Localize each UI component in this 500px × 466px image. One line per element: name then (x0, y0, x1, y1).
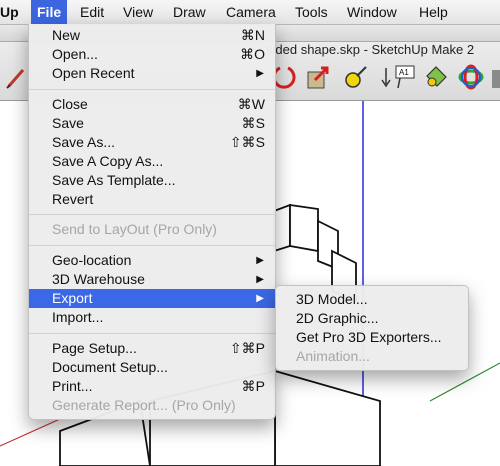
menu-item-revert[interactable]: Revert (29, 190, 275, 209)
menu-item-import[interactable]: Import... (29, 308, 275, 327)
menu-item-label: Save As... (52, 134, 116, 150)
menu-item-label: Document Setup... (52, 359, 168, 375)
menu-item-save[interactable]: Save ⌘S (29, 114, 275, 133)
menu-item-save-copy-as[interactable]: Save A Copy As... (29, 152, 275, 171)
menu-file[interactable]: File (31, 0, 68, 24)
shortcut-label: ⇧⌘S (229, 134, 265, 150)
menu-item-geo-location[interactable]: Geo-location ▶ (29, 251, 275, 270)
push-pull-icon[interactable] (305, 64, 331, 90)
red-axis (0, 418, 61, 447)
menu-item-label: Export (52, 290, 93, 306)
submenu-item-2d-graphic[interactable]: 2D Graphic... (296, 309, 378, 328)
menu-item-page-setup[interactable]: Page Setup... ⇧⌘P (29, 339, 275, 358)
menu-edit[interactable]: Edit (80, 0, 104, 24)
menu-item-label: New (52, 27, 81, 43)
menu-item-generate-report: Generate Report... (Pro Only) (29, 396, 275, 415)
menu-item-open[interactable]: Open... ⌘O (29, 45, 275, 64)
shortcut-label: ⌘P (241, 378, 265, 394)
tape-measure-icon[interactable] (343, 64, 369, 90)
shortcut-label: ⌘O (240, 46, 265, 62)
menu-separator (29, 245, 275, 246)
menu-item-3d-warehouse[interactable]: 3D Warehouse ▶ (29, 270, 275, 289)
menu-item-label: 3D Warehouse (52, 271, 145, 287)
file-menu: New ⌘N Open... ⌘O Open Recent ▶ Close ⌘W… (28, 24, 276, 420)
submenu-item-animation: Animation... (296, 348, 370, 364)
window-title: sided shape.skp - SketchUp Make 2 (266, 42, 475, 57)
submenu-item-pro-exporters[interactable]: Get Pro 3D Exporters... (296, 328, 442, 347)
menu-item-save-as[interactable]: Save As... ⇧⌘S (29, 133, 275, 152)
menu-item-label: Open Recent (52, 65, 135, 81)
menu-help[interactable]: Help (419, 0, 448, 24)
menu-item-label: Revert (52, 191, 94, 207)
menu-separator (29, 214, 275, 215)
menu-item-export[interactable]: Export ▶ (29, 289, 275, 308)
submenu-item-3d-model[interactable]: 3D Model... (296, 290, 368, 309)
shortcut-label: ⌘S (241, 115, 265, 131)
menu-item-print[interactable]: Print... ⌘P (29, 377, 275, 396)
menu-item-close[interactable]: Close ⌘W (29, 95, 275, 114)
menu-separator (29, 333, 275, 334)
menu-item-label: Print... (52, 378, 93, 394)
menu-item-document-setup[interactable]: Document Setup... (29, 358, 275, 377)
submenu-arrow-icon: ▶ (256, 274, 264, 285)
menu-item-send-to-layout: Send to LayOut (Pro Only) (29, 220, 275, 239)
menu-item-label: Save (52, 115, 84, 131)
menu-item-label: Save A Copy As... (52, 153, 164, 169)
orbit-icon[interactable] (458, 64, 484, 90)
menu-item-label: Geo-location (52, 252, 132, 268)
text-label-icon[interactable]: A1 (394, 64, 420, 90)
menu-item-label: Close (52, 96, 88, 112)
export-submenu: 3D Model... 2D Graphic... Get Pro 3D Exp… (275, 285, 469, 371)
menu-window[interactable]: Window (347, 0, 397, 24)
menu-view[interactable]: View (123, 0, 153, 24)
shortcut-label: ⌘N (240, 27, 265, 43)
submenu-arrow-icon: ▶ (256, 68, 264, 79)
menu-separator (29, 89, 275, 90)
tool-partial-icon[interactable] (490, 68, 500, 90)
menu-item-label: Send to LayOut (Pro Only) (52, 221, 217, 237)
paint-bucket-icon[interactable] (423, 64, 449, 90)
pencil-icon[interactable] (3, 64, 29, 90)
menu-item-label: Page Setup... (52, 340, 137, 356)
submenu-arrow-icon: ▶ (256, 293, 264, 304)
menu-item-label: Import... (52, 309, 104, 325)
menu-item-new[interactable]: New ⌘N (29, 26, 275, 45)
menu-tools[interactable]: Tools (295, 0, 328, 24)
menu-camera[interactable]: Camera (226, 0, 276, 24)
menu-item-label: Save As Template... (52, 172, 176, 188)
text-label-text: A1 (399, 68, 409, 77)
menu-item-open-recent[interactable]: Open Recent ▶ (29, 64, 275, 83)
shortcut-label: ⇧⌘P (229, 340, 265, 356)
menu-app-sketchup[interactable]: Up (0, 0, 19, 24)
menu-bar: Up File Edit View Draw Camera Tools Wind… (0, 0, 500, 25)
menu-item-save-as-template[interactable]: Save As Template... (29, 171, 275, 190)
menu-item-label: Generate Report... (Pro Only) (52, 397, 236, 413)
menu-item-label: Open... (52, 46, 98, 62)
menu-draw[interactable]: Draw (173, 0, 206, 24)
submenu-arrow-icon: ▶ (256, 255, 264, 266)
shortcut-label: ⌘W (237, 96, 265, 112)
